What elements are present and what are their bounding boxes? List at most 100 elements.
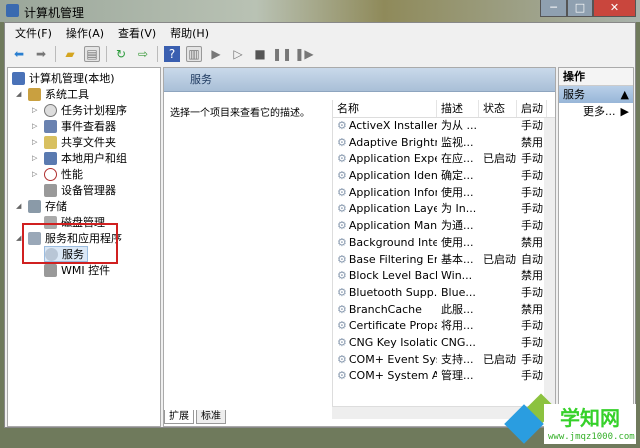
service-status [479, 285, 517, 302]
service-description: 此服... [437, 302, 479, 319]
gear-icon: ⚙ [337, 169, 347, 183]
window-title: 计算机管理 [24, 6, 85, 20]
gear-icon: ⚙ [337, 335, 347, 349]
tree-performance[interactable]: ▷ 性能 [32, 166, 83, 182]
service-row[interactable]: ⚙ BranchCache 此服... 禁用 [333, 302, 555, 319]
service-row[interactable]: ⚙ActiveX Installer ... 为从 ... 手动 [333, 118, 555, 135]
tree-storage[interactable]: ◢ 存储 [16, 198, 67, 214]
service-status [479, 335, 517, 352]
vertical-scrollbar[interactable] [544, 118, 555, 406]
service-row[interactable]: ⚙Base Filtering En... 基本... 已启动自动 [333, 252, 555, 269]
service-description: 管理... [437, 368, 479, 385]
tree-shared-folders[interactable]: ▷ 共享文件夹 [32, 134, 116, 150]
pause-service-icon[interactable]: ❚❚ [272, 46, 292, 62]
service-row[interactable]: ⚙Application Infor... 使用... 手动 [333, 185, 555, 202]
service-row[interactable]: ⚙Background Inte... 使用... 禁用 [333, 235, 555, 252]
tree-event-viewer[interactable]: ▷ 事件查看器 [32, 118, 116, 134]
service-row[interactable]: ⚙COM+ System A... 管理... 手动 [333, 368, 555, 385]
cell-text: Adaptive Brightn... [348, 135, 437, 149]
service-description: 监视... [437, 135, 479, 152]
expanded-arrow-icon[interactable]: ◢ [16, 90, 24, 98]
restart-service-icon[interactable]: ❚▶ [294, 46, 313, 62]
service-name: ⚙Application Iden... [333, 168, 437, 185]
service-status [479, 268, 517, 285]
cell-text: Application Expe... [348, 152, 437, 166]
column-status[interactable]: 状态 [479, 100, 517, 117]
shared-folder-icon [44, 135, 57, 149]
watermark: 学知网 www.jmqz1000.com [500, 393, 640, 448]
title-bar: 计算机管理 ─ □ ✕ [0, 0, 640, 22]
cell-text: 手动 [521, 185, 543, 199]
collapsed-arrow-icon[interactable]: ▷ [32, 170, 40, 178]
service-row[interactable]: ⚙Application Expe... 在应... 已启动手动 [333, 151, 555, 168]
collapsed-arrow-icon[interactable]: ▷ [32, 122, 40, 130]
show-hide-tree-icon[interactable]: ▤ [84, 46, 100, 62]
wmi-icon [44, 263, 57, 277]
service-name: ⚙COM+ System A... [333, 368, 437, 385]
cell-text: ActiveX Installer ... [348, 119, 437, 132]
tree-device-manager[interactable]: 设备管理器 [44, 182, 116, 198]
service-row[interactable]: ⚙Application Laye... 为 In... 手动 [333, 201, 555, 218]
export-list-icon[interactable]: ⇨ [135, 46, 151, 62]
tab-extended[interactable]: 扩展 [164, 410, 194, 424]
column-description[interactable]: 描述 [437, 100, 479, 117]
column-name[interactable]: 名称 [333, 100, 437, 117]
service-name: ⚙Background Inte... [333, 235, 437, 252]
start-service-alt-icon[interactable]: ▷ [230, 46, 246, 62]
service-status [479, 318, 517, 335]
service-row[interactable]: ⚙COM+ Event Sys... 支持... 已启动手动 [333, 352, 555, 369]
service-row[interactable]: ⚙CNG Key Isolation CNG... 手动 [333, 335, 555, 352]
service-description: 将用... [437, 318, 479, 335]
service-startup: 手动 [517, 368, 547, 385]
menu-help[interactable]: 帮助(H) [170, 25, 209, 43]
service-row[interactable]: ⚙ Bluetooth Supp... Blue... 手动 [333, 285, 555, 302]
list-header: 名称 描述 状态 启动 [333, 100, 555, 118]
column-startup[interactable]: 启动 [517, 100, 547, 117]
service-row[interactable]: ⚙Application Man... 为通... 手动 [333, 218, 555, 235]
tree-root[interactable]: 计算机管理(本地) [12, 70, 115, 86]
tree-task-scheduler[interactable]: ▷ 任务计划程序 [32, 102, 127, 118]
service-status [479, 235, 517, 252]
refresh-icon[interactable]: ↻ [113, 46, 129, 62]
cell-text: 为 In... [441, 202, 477, 216]
cell-text: COM+ Event Sys... [348, 352, 437, 366]
menu-action[interactable]: 操作(A) [66, 25, 104, 43]
collapse-arrow-icon[interactable]: ▲ [621, 86, 629, 103]
stop-service-icon[interactable]: ■ [252, 46, 268, 62]
cell-text: Background Inte... [348, 235, 437, 249]
collapsed-arrow-icon[interactable]: ▷ [32, 154, 40, 162]
actions-pane: 操作 服务 ▲ 更多... ▶ [558, 67, 634, 427]
menu-file[interactable]: 文件(F) [15, 25, 52, 43]
minimize-button[interactable]: ─ [540, 0, 567, 17]
service-status [479, 218, 517, 235]
tab-standard[interactable]: 标准 [196, 410, 226, 424]
maximize-button[interactable]: □ [567, 0, 593, 17]
back-icon[interactable]: ⬅ [11, 46, 27, 62]
service-row[interactable]: ⚙Block Level Back... Win... 禁用 [333, 268, 555, 285]
more-actions[interactable]: 更多... ▶ [559, 103, 633, 120]
cell-text: 已启动 [483, 252, 516, 266]
collapsed-arrow-icon[interactable]: ▷ [32, 138, 40, 146]
tree-label: 存储 [45, 200, 67, 213]
menu-view[interactable]: 查看(V) [118, 25, 156, 43]
cell-text: 手动 [521, 369, 543, 383]
tree-system-tools[interactable]: ◢ 系统工具 [16, 86, 89, 102]
tree-wmi[interactable]: WMI 控件 [44, 262, 110, 278]
service-startup: 自动 [517, 252, 547, 269]
service-row[interactable]: ⚙Adaptive Brightn... 监视... 禁用 [333, 135, 555, 152]
help-icon[interactable]: ? [164, 46, 180, 62]
collapsed-arrow-icon[interactable]: ▷ [32, 106, 40, 114]
tree-local-users[interactable]: ▷ 本地用户和组 [32, 150, 127, 166]
gear-icon: ⚙ [337, 202, 347, 216]
service-row[interactable]: ⚙Certificate Propa... 将用... 手动 [333, 318, 555, 335]
cell-text: 管理... [441, 369, 474, 383]
cell-text: COM+ System A... [348, 369, 437, 383]
service-row[interactable]: ⚙Application Iden... 确定... 手动 [333, 168, 555, 185]
up-folder-icon[interactable]: ▰ [62, 46, 78, 62]
expanded-arrow-icon[interactable]: ◢ [16, 202, 24, 210]
actions-section[interactable]: 服务 ▲ [559, 86, 633, 103]
show-action-pane-icon[interactable]: ▥ [186, 46, 202, 62]
start-service-icon[interactable]: ▶ [208, 46, 224, 62]
close-button[interactable]: ✕ [593, 0, 636, 17]
forward-icon[interactable]: ➡ [33, 46, 49, 62]
